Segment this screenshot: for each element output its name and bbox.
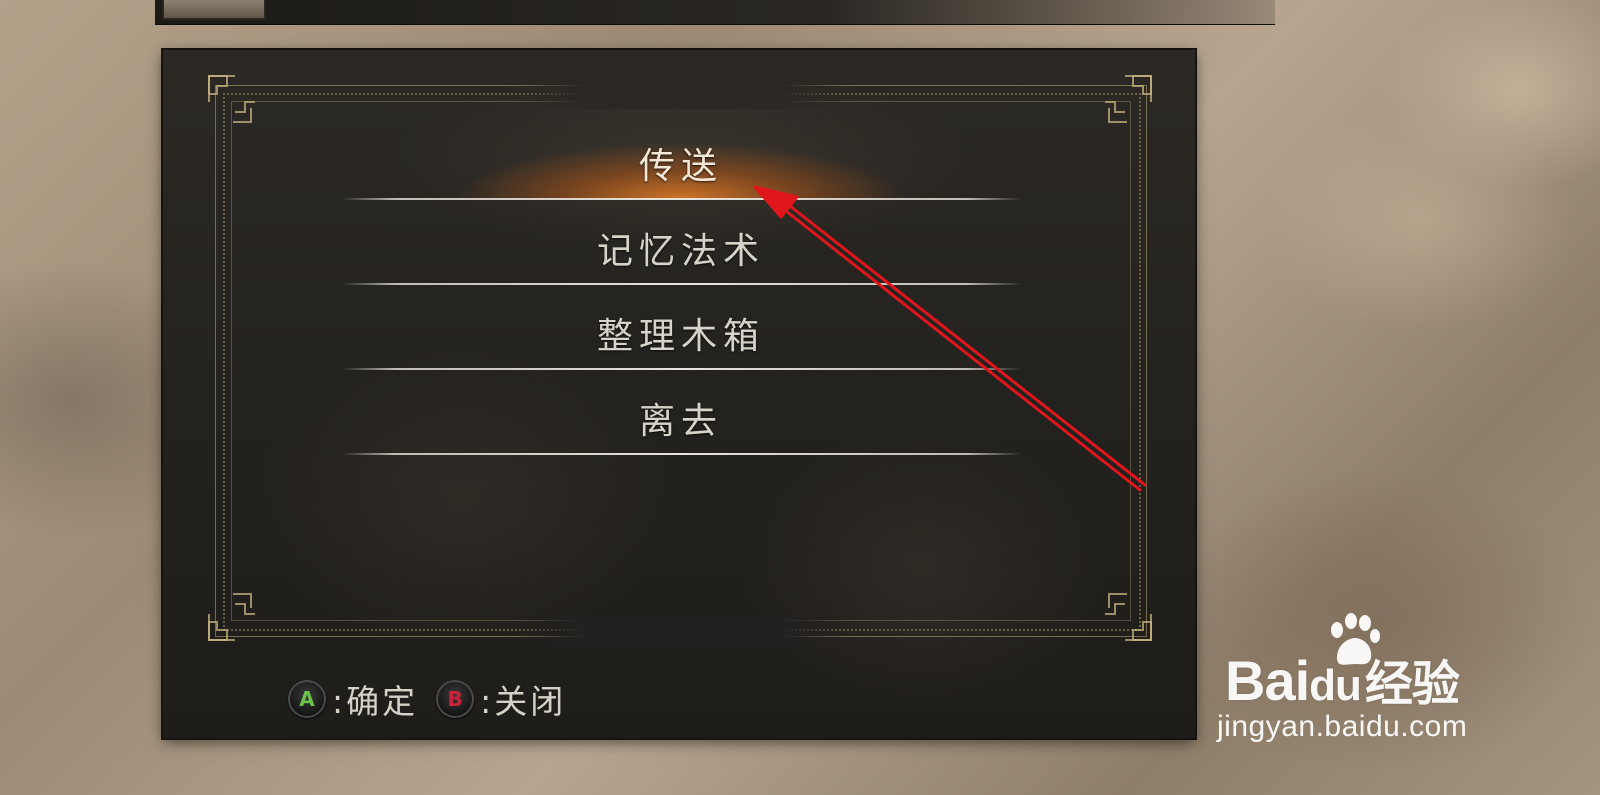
menu-item-label: 整理木箱 — [596, 315, 765, 357]
menu-item-travel[interactable]: 传送 — [341, 115, 1021, 200]
baidu-jingyan-watermark: Baidu经验 jingyan.baidu.com — [1217, 612, 1525, 762]
border-gap-bottom — [518, 617, 848, 647]
menu-item-label: 传送 — [638, 145, 723, 187]
menu-item-label: 离去 — [638, 400, 723, 442]
bonfire-menu-panel: 传送 记忆法术 整理木箱 离去 A :确定 B :关闭 — [163, 50, 1195, 738]
button-hints: A :确定 B :关闭 — [288, 675, 584, 723]
b-button-icon[interactable]: B — [436, 680, 475, 718]
watermark-url: jingyan.baidu.com — [1217, 710, 1468, 743]
menu-item-leave[interactable]: 离去 — [341, 370, 1021, 455]
menu-item-storage-box[interactable]: 整理木箱 — [341, 285, 1021, 370]
bonfire-menu: 传送 记忆法术 整理木箱 离去 — [341, 115, 1021, 455]
menu-item-label: 记忆法术 — [596, 230, 765, 272]
menu-item-attune-spells[interactable]: 记忆法术 — [341, 200, 1021, 285]
top-thumbnail — [162, 0, 266, 20]
confirm-hint: :确定 — [332, 682, 419, 721]
corner-ornament-icon — [205, 72, 275, 142]
close-hint: :关闭 — [480, 682, 567, 721]
watermark-brand-mid: du — [1309, 661, 1362, 710]
a-button-icon[interactable]: A — [288, 680, 326, 718]
watermark-brand: Baidu经验 — [1225, 644, 1460, 714]
corner-ornament-icon — [1085, 72, 1155, 142]
border-gap-top — [518, 75, 848, 109]
top-panel-edge — [155, 0, 1275, 25]
menu-divider — [341, 453, 1021, 455]
corner-ornament-icon — [205, 574, 275, 644]
corner-ornament-icon — [1085, 574, 1155, 644]
watermark-brand-prefix: Bai — [1225, 649, 1310, 712]
watermark-brand-suffix: 经验 — [1364, 656, 1460, 712]
